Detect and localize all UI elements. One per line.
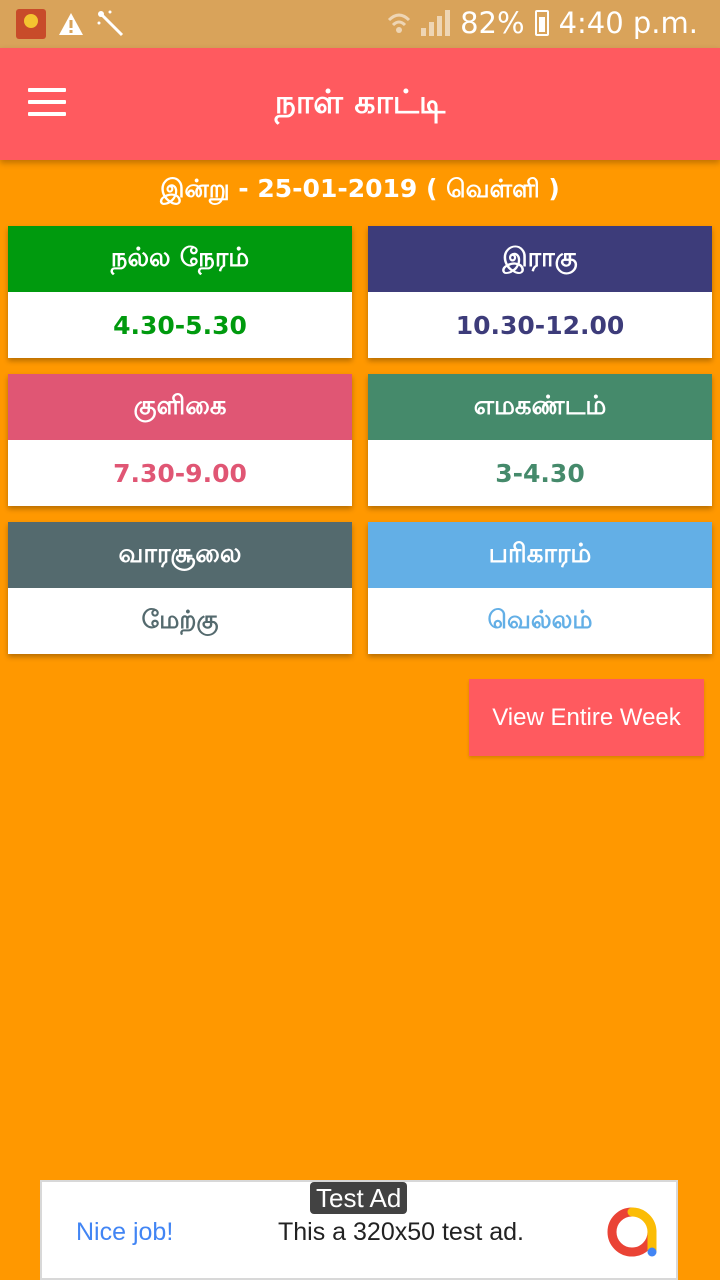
card-value: 7.30-9.00	[8, 440, 352, 506]
card-raagu: இராகு 10.30-12.00	[368, 226, 712, 358]
magic-wand-icon	[97, 10, 124, 37]
card-label: பரிகாரம்	[368, 522, 712, 588]
today-date: இன்று - 25-01-2019 ( வெள்ளி )	[160, 174, 560, 203]
card-label: குளிகை	[8, 374, 352, 440]
card-nalla-neram: நல்ல நேரம் 4.30-5.30	[8, 226, 352, 358]
app-title: நாள் காட்டி	[274, 82, 446, 121]
card-kuligai: குளிகை 7.30-9.00	[8, 374, 352, 506]
ad-tag: Test Ad	[310, 1182, 408, 1214]
battery-percent: 82%	[460, 6, 525, 40]
wifi-icon	[388, 13, 411, 33]
card-value: 4.30-5.30	[8, 292, 352, 358]
battery-charging-icon	[534, 10, 549, 36]
warning-icon	[59, 13, 83, 35]
card-emagandam: எமகண்டம் 3-4.30	[368, 374, 712, 506]
card-label: இராகு	[368, 226, 712, 292]
card-label: நல்ல நேரம்	[8, 226, 352, 292]
ad-logo-icon	[607, 1207, 657, 1257]
card-label: வாரசூலை	[8, 522, 352, 588]
app-bar: நாள் காட்டி	[0, 48, 720, 160]
card-label: எமகண்டம்	[368, 374, 712, 440]
signal-icon	[421, 10, 451, 36]
ad-headline[interactable]: Nice job!	[76, 1218, 173, 1247]
clock: 4:40 p.m.	[558, 6, 698, 40]
ad-banner[interactable]: Test Ad Nice job! This a 320x50 test ad.	[40, 1180, 678, 1280]
app-logo-icon	[16, 9, 46, 39]
view-entire-week-button[interactable]: View Entire Week	[469, 679, 704, 756]
status-bar: 82% 4:40 p.m.	[0, 0, 720, 48]
card-parigaaram: பரிகாரம் வெல்லம்	[368, 522, 712, 654]
ad-text: This a 320x50 test ad.	[278, 1218, 524, 1246]
card-value: 3-4.30	[368, 440, 712, 506]
card-vaarasoolai: வாரசூலை மேற்கு	[8, 522, 352, 654]
card-value: வெல்லம்	[368, 588, 712, 654]
card-value: 10.30-12.00	[368, 292, 712, 358]
card-value: மேற்கு	[8, 588, 352, 654]
